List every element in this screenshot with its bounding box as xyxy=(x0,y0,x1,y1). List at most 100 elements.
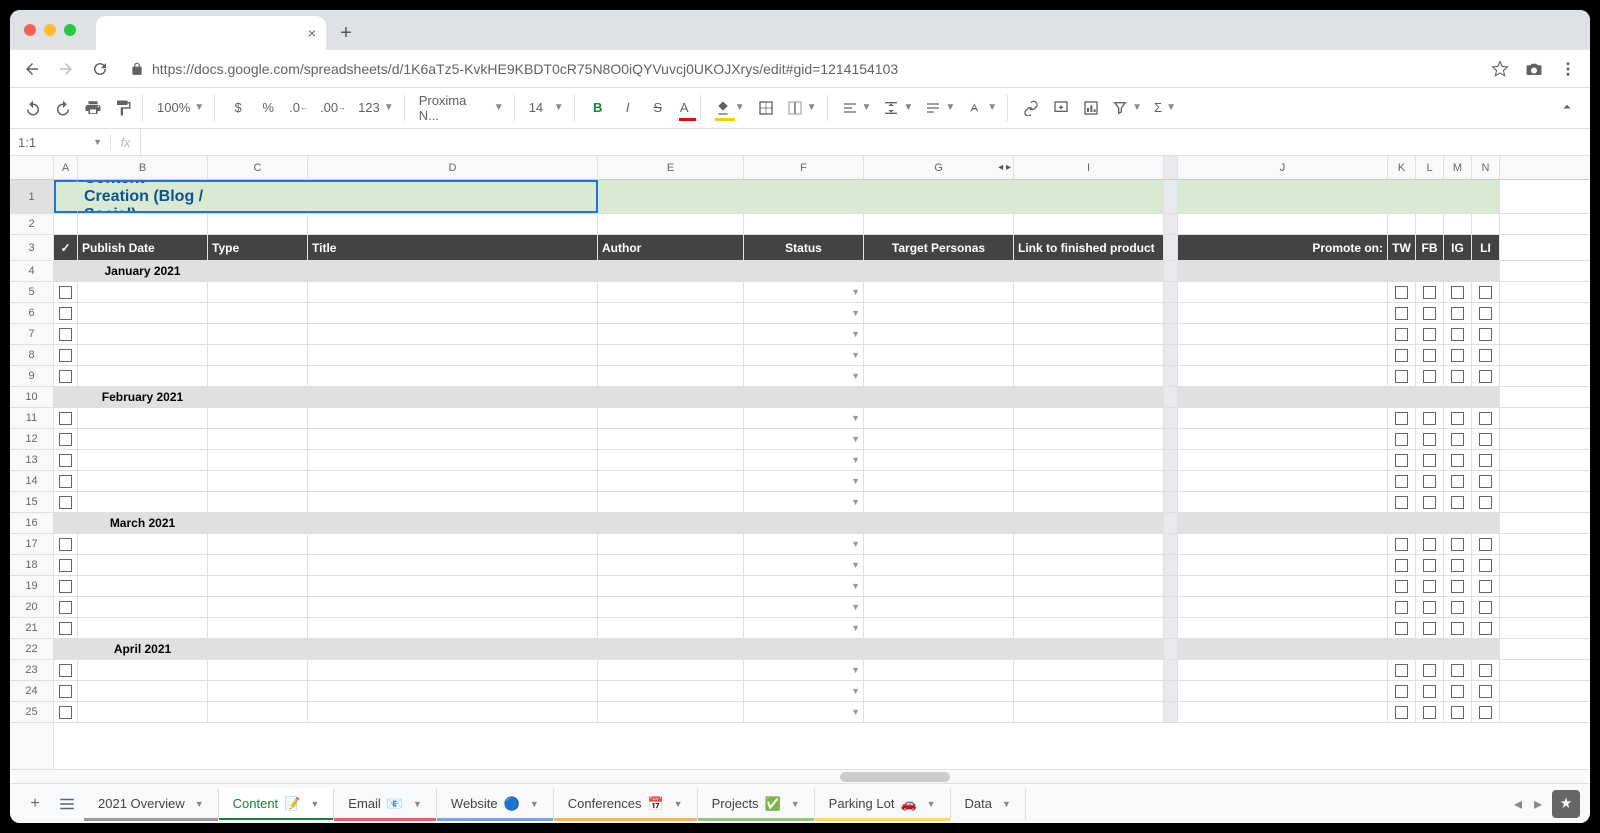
cell[interactable]: ▼ xyxy=(744,450,864,470)
cell[interactable] xyxy=(54,576,78,596)
cell[interactable] xyxy=(1388,660,1416,680)
cell[interactable] xyxy=(78,681,208,701)
promote-checkbox[interactable] xyxy=(1479,580,1492,593)
cell[interactable] xyxy=(1178,429,1388,449)
cell[interactable]: ▼ xyxy=(744,324,864,344)
cell[interactable] xyxy=(1388,429,1416,449)
cell[interactable] xyxy=(598,214,744,234)
cell[interactable] xyxy=(308,597,598,617)
status-dropdown-arrow[interactable]: ▼ xyxy=(851,350,860,360)
promote-checkbox[interactable] xyxy=(1423,664,1436,677)
promote-checkbox[interactable] xyxy=(1479,412,1492,425)
promote-checkbox[interactable] xyxy=(1451,349,1464,362)
row-number[interactable]: 23 xyxy=(10,660,53,681)
cell[interactable] xyxy=(1444,345,1472,365)
cell[interactable] xyxy=(208,639,308,659)
cell[interactable] xyxy=(1388,702,1416,722)
cell[interactable] xyxy=(1472,534,1500,554)
cell[interactable] xyxy=(1472,492,1500,512)
cell[interactable] xyxy=(1178,513,1388,533)
row-checkbox[interactable] xyxy=(59,328,72,341)
select-all-corner[interactable] xyxy=(10,156,53,180)
cell[interactable] xyxy=(1444,282,1472,302)
cell[interactable] xyxy=(54,282,78,302)
cell[interactable] xyxy=(1178,180,1388,213)
row-number[interactable]: 9 xyxy=(10,366,53,387)
maximize-window-button[interactable] xyxy=(64,24,76,36)
cell[interactable] xyxy=(1388,345,1416,365)
horizontal-align-button[interactable]: ▼ xyxy=(838,94,876,122)
cell[interactable] xyxy=(208,513,308,533)
cell[interactable] xyxy=(1178,618,1388,638)
cell[interactable] xyxy=(208,597,308,617)
cell[interactable] xyxy=(1444,180,1472,213)
status-dropdown-arrow[interactable]: ▼ xyxy=(851,560,860,570)
promote-checkbox[interactable] xyxy=(1423,580,1436,593)
cell[interactable] xyxy=(1472,597,1500,617)
row-number[interactable]: 16 xyxy=(10,513,53,534)
text-wrap-button[interactable]: ▼ xyxy=(921,94,959,122)
promote-checkbox[interactable] xyxy=(1451,475,1464,488)
cell[interactable] xyxy=(1416,555,1444,575)
sheet-tab[interactable]: Projects✅▼ xyxy=(698,788,815,820)
bookmark-button[interactable] xyxy=(1488,57,1512,81)
cell[interactable] xyxy=(1388,261,1416,281)
cell[interactable] xyxy=(1472,282,1500,302)
row-number[interactable]: 1 xyxy=(10,180,53,214)
cell[interactable]: Link to finished product xyxy=(1014,235,1164,260)
promote-checkbox[interactable] xyxy=(1395,328,1408,341)
insert-comment-button[interactable] xyxy=(1048,94,1074,122)
cell[interactable] xyxy=(1014,450,1164,470)
cell[interactable] xyxy=(1014,618,1164,638)
cell[interactable]: Publish Date xyxy=(78,235,208,260)
row-number[interactable]: 12 xyxy=(10,429,53,450)
cell[interactable] xyxy=(1388,639,1416,659)
promote-checkbox[interactable] xyxy=(1451,538,1464,551)
cell[interactable]: ▼ xyxy=(744,408,864,428)
cell[interactable] xyxy=(54,513,78,533)
promote-checkbox[interactable] xyxy=(1395,706,1408,719)
promote-checkbox[interactable] xyxy=(1423,706,1436,719)
promote-checkbox[interactable] xyxy=(1451,412,1464,425)
column-header-G[interactable]: G◂ ▸ xyxy=(864,156,1014,179)
cell[interactable] xyxy=(598,534,744,554)
month-header-cell[interactable]: February 2021 xyxy=(78,387,208,407)
cell[interactable] xyxy=(1472,450,1500,470)
cell[interactable] xyxy=(1388,576,1416,596)
more-formats-dropdown[interactable]: 123▼ xyxy=(354,94,405,122)
promote-checkbox[interactable] xyxy=(1479,622,1492,635)
cell[interactable] xyxy=(598,576,744,596)
cell[interactable] xyxy=(1416,366,1444,386)
cell[interactable] xyxy=(864,660,1014,680)
cell[interactable]: ▼ xyxy=(744,681,864,701)
cell[interactable] xyxy=(308,261,598,281)
cell[interactable] xyxy=(1014,345,1164,365)
cell[interactable] xyxy=(864,408,1014,428)
row-checkbox[interactable] xyxy=(59,706,72,719)
cell[interactable] xyxy=(864,303,1014,323)
cell[interactable] xyxy=(54,429,78,449)
paint-format-button[interactable] xyxy=(110,94,143,122)
cell[interactable] xyxy=(1444,408,1472,428)
cell[interactable] xyxy=(78,408,208,428)
cell[interactable] xyxy=(54,214,78,234)
promote-checkbox[interactable] xyxy=(1395,559,1408,572)
cell[interactable] xyxy=(208,366,308,386)
cell[interactable] xyxy=(54,408,78,428)
promote-checkbox[interactable] xyxy=(1479,433,1492,446)
cell[interactable] xyxy=(864,702,1014,722)
cell[interactable] xyxy=(1472,387,1500,407)
redo-button[interactable] xyxy=(50,94,76,122)
cell[interactable] xyxy=(1178,471,1388,491)
cell[interactable] xyxy=(1472,681,1500,701)
print-button[interactable] xyxy=(80,94,106,122)
cell[interactable] xyxy=(1388,282,1416,302)
cell[interactable] xyxy=(78,282,208,302)
row-number[interactable]: 25 xyxy=(10,702,53,723)
row-checkbox[interactable] xyxy=(59,580,72,593)
cell[interactable]: ▼ xyxy=(744,555,864,575)
cell[interactable] xyxy=(1472,366,1500,386)
cell[interactable] xyxy=(54,555,78,575)
cell[interactable] xyxy=(1444,429,1472,449)
cell[interactable] xyxy=(864,180,1014,213)
